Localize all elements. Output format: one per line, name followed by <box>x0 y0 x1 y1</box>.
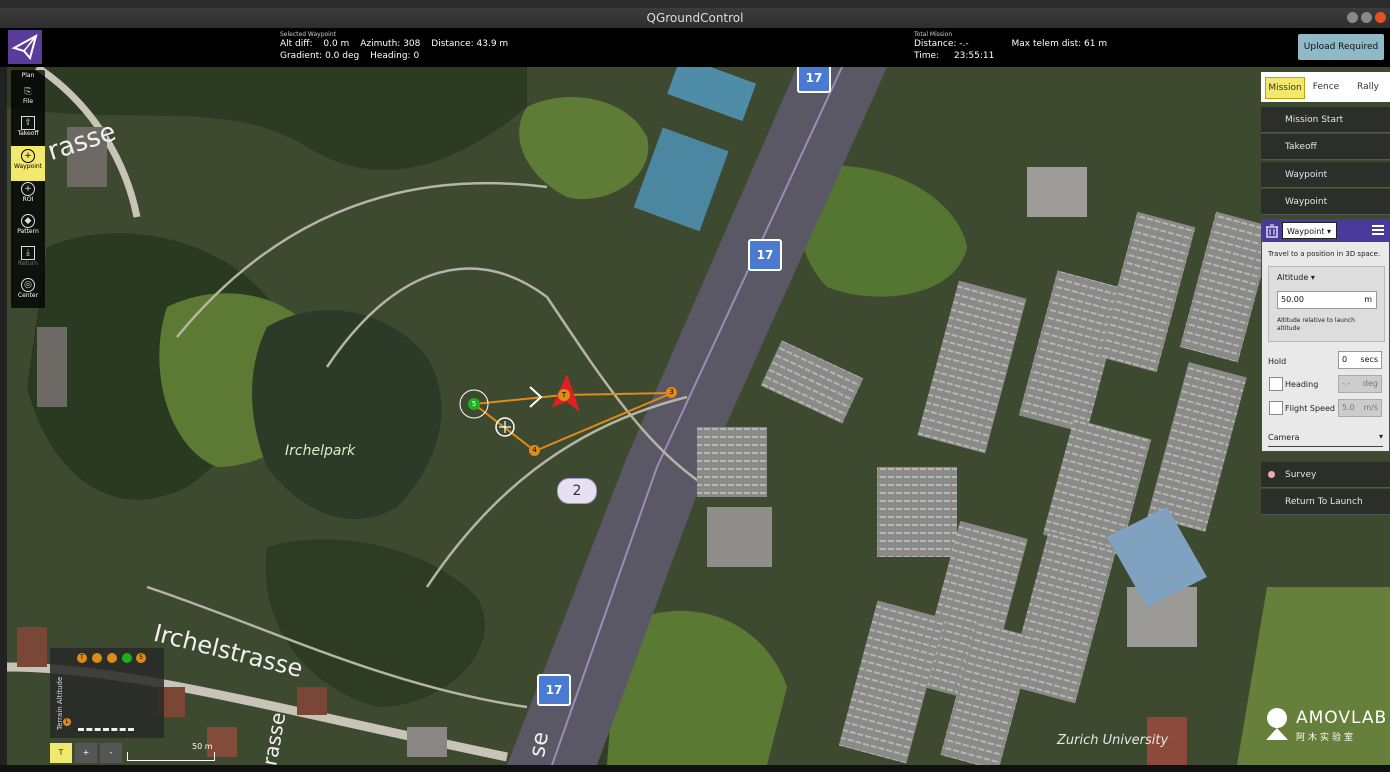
terrain-axis-label: Terrain Altitude <box>56 676 64 730</box>
zoom-out-button[interactable]: - <box>100 743 122 763</box>
window-title-bar: QGroundControl <box>0 8 1390 28</box>
tool-file[interactable]: ⎘ File <box>11 86 45 105</box>
heading-input[interactable]: -.- deg <box>1338 375 1382 393</box>
delete-icon[interactable] <box>1265 224 1279 238</box>
total-mission-stats: Total Mission Distance: -.- Max telem di… <box>914 31 1108 61</box>
tool-takeoff[interactable]: ⇧ Takeoff <box>11 116 45 137</box>
mission-item-survey[interactable]: Survey <box>1261 462 1390 488</box>
terrain-dot <box>122 653 132 663</box>
mission-tabs: Mission Fence Rally <box>1261 72 1390 102</box>
window-title: QGroundControl <box>646 11 744 25</box>
survey-status-dot <box>1268 471 1275 478</box>
tool-return[interactable]: ⤓ Return <box>11 246 45 267</box>
terrain-dot <box>92 653 102 663</box>
satellite-map[interactable]: rasse Irchelpark Irchelstrasse rasse se … <box>7 67 1390 765</box>
waypoint-editor: Waypoint ▾ Travel to a position in 3D sp… <box>1261 219 1390 452</box>
map-scale-label: 50 m <box>192 742 213 751</box>
selected-waypoint-stats: Selected Waypoint Alt diff: 0.0 m Azimut… <box>280 31 509 61</box>
terrain-takeoff-button[interactable]: T <box>50 743 72 763</box>
minimize-button[interactable] <box>1347 12 1358 23</box>
takeoff-marker[interactable]: T <box>558 389 570 401</box>
altitude-note: Altitude relative to launch altitude <box>1277 317 1355 332</box>
waypoint-icon: + <box>21 149 35 163</box>
file-icon: ⎘ <box>24 87 32 97</box>
menu-icon[interactable] <box>1372 224 1384 236</box>
flight-speed-label: Flight Speed <box>1285 404 1335 413</box>
tool-center[interactable]: ◎ Center <box>11 278 45 299</box>
flight-speed-checkbox[interactable] <box>1269 401 1283 415</box>
heading-label: Heading <box>1285 380 1319 389</box>
tool-plan[interactable]: Plan <box>11 72 45 79</box>
chevron-down-icon: ▾ <box>1378 432 1383 441</box>
terrain-dot: 5 <box>136 653 146 663</box>
mission-item-start[interactable]: Mission Start <box>1261 107 1390 133</box>
mission-item-takeoff[interactable]: Takeoff <box>1261 134 1390 160</box>
hold-input[interactable]: 0 secs <box>1338 351 1382 369</box>
altitude-mode-select[interactable]: Altitude ▾ <box>1277 273 1315 282</box>
watermark-logo-icon <box>1262 706 1292 742</box>
tool-roi[interactable]: + ROI <box>11 182 45 203</box>
terrain-dot <box>107 653 117 663</box>
close-button[interactable] <box>1375 12 1386 23</box>
mission-item-waypoint[interactable]: Waypoint <box>1261 189 1390 215</box>
os-top-bar <box>0 0 1390 8</box>
launch-dot: L <box>63 718 71 726</box>
tool-waypoint[interactable]: + Waypoint <box>11 146 45 181</box>
window-bottom-bar <box>0 765 1390 772</box>
upload-button[interactable]: Upload Required <box>1298 34 1384 60</box>
zoom-in-button[interactable]: + <box>75 743 97 763</box>
window-controls <box>1347 12 1386 23</box>
watermark-text: AMOVLAB <box>1296 708 1388 728</box>
waypoint-marker-4[interactable]: 4 <box>529 445 540 456</box>
pattern-icon: ◆ <box>21 214 35 228</box>
command-description: Travel to a position in 3D space. <box>1268 250 1381 258</box>
roi-icon: + <box>21 182 35 196</box>
editor-header: Waypoint ▾ <box>1262 220 1389 242</box>
terrain-altitude-panel: Terrain Altitude T 5 L <box>50 648 164 738</box>
terrain-bars <box>78 728 134 734</box>
waypoint-marker-5[interactable]: 5 <box>468 398 480 410</box>
caret-down-icon: ▾ <box>1310 273 1315 282</box>
flight-speed-input[interactable]: 5.0 m/s <box>1338 399 1382 417</box>
tab-rally[interactable]: Rally <box>1349 77 1387 97</box>
mission-overlay <box>459 374 673 453</box>
plan-toolbar: Selected Waypoint Alt diff: 0.0 m Azimut… <box>0 28 1390 67</box>
takeoff-icon: ⇧ <box>21 116 35 130</box>
altitude-input[interactable]: 50.00 m <box>1277 291 1377 309</box>
mission-panel: Mission Fence Rally Mission Start Takeof… <box>1261 72 1390 517</box>
map-scale-bar <box>127 752 215 761</box>
window-left-edge <box>0 67 7 765</box>
camera-section[interactable]: Camera ▾ <box>1268 430 1383 447</box>
waypoint-marker-3[interactable]: 3 <box>666 387 677 398</box>
plan-view-button[interactable] <box>8 30 42 64</box>
mission-item-waypoint[interactable]: Waypoint <box>1261 162 1390 188</box>
return-icon: ⤓ <box>21 246 35 260</box>
chevron-down-icon: ▾ <box>1326 227 1331 236</box>
altitude-group: Altitude ▾ 50.00 m Altitude relative to … <box>1268 266 1385 342</box>
paper-plane-icon <box>11 33 38 61</box>
tool-pattern[interactable]: ◆ Pattern <box>11 214 45 235</box>
center-icon: ◎ <box>21 278 35 292</box>
tab-fence[interactable]: Fence <box>1307 77 1345 97</box>
terrain-dot: T <box>77 653 87 663</box>
maximize-button[interactable] <box>1361 12 1372 23</box>
heading-checkbox[interactable] <box>1269 377 1283 391</box>
command-type-select[interactable]: Waypoint ▾ <box>1282 222 1337 239</box>
tab-mission[interactable]: Mission <box>1265 77 1305 99</box>
watermark-subtext: 阿木实验室 <box>1296 733 1357 743</box>
mission-item-return-to-launch[interactable]: Return To Launch <box>1261 489 1390 515</box>
hold-label: Hold <box>1268 357 1287 366</box>
plan-tool-strip: Plan ⎘ File ⇧ Takeoff + Waypoint + ROI ◆ Patt… <box>11 70 45 308</box>
